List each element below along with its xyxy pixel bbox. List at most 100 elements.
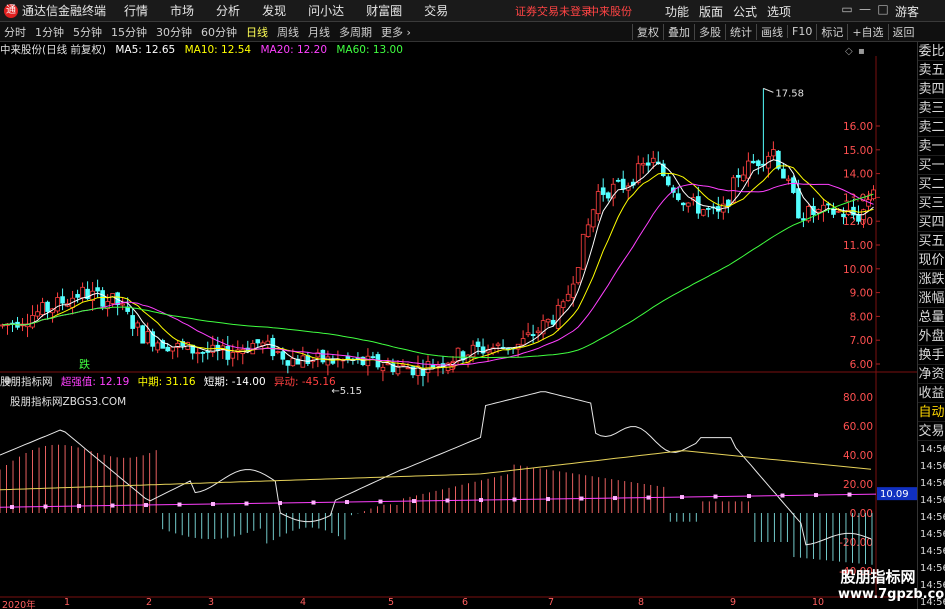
period-monthly[interactable]: 月线 [308,24,330,40]
candle-body [590,209,596,228]
side-item[interactable]: 卖三 [918,99,945,118]
side-item[interactable]: 卖五 [918,61,945,80]
tool-draw[interactable]: 画线 [756,23,787,40]
super-strong-marker [579,496,584,501]
price-axis-label: 14.00 [843,169,873,181]
menu-trade[interactable]: 交易 [424,2,448,19]
ma20-value: MA20: 12.20 [260,44,328,56]
title-bar: 通 通达信金融终端 行情 市场 分析 发现 问小达 财富圈 交易 证券交易未登录… [0,0,945,22]
super-strong-marker [646,495,651,500]
period-5min[interactable]: 5分钟 [73,24,102,40]
side-item[interactable]: 买四 [918,213,945,232]
menu-formula[interactable]: 公式 [733,3,757,20]
menu-market[interactable]: 市场 [170,2,194,19]
tool-add-watchlist[interactable]: +自选 [847,23,887,40]
candle-body [195,352,201,355]
side-item[interactable]: 买五 [918,232,945,251]
candle-body [130,315,135,329]
candle-body [520,338,526,346]
tick-time: 14:56 [920,512,945,523]
period-multi[interactable]: 多周期 [339,24,372,40]
login-status[interactable]: 证券交易未登录 [515,3,592,19]
short-term-value: 短期: -14.00 [203,376,266,388]
tool-stats[interactable]: 统计 [725,23,756,40]
menu-quotes[interactable]: 行情 [124,2,148,19]
menu-wealth[interactable]: 财富圈 [366,2,402,19]
candle-body [145,331,150,344]
menu-analysis[interactable]: 分析 [216,2,240,19]
side-item[interactable]: 委比 [918,42,945,61]
minimize-icon[interactable]: — [856,2,874,16]
side-item[interactable]: 买三 [918,194,945,213]
side-item[interactable]: 总量 [918,308,945,327]
super-strong-marker [847,492,852,497]
maximize-icon[interactable]: □ [874,2,892,16]
side-item[interactable]: 现价 [918,251,945,270]
period-weekly[interactable]: 周线 [277,24,299,40]
trade-button[interactable]: 交易 [918,422,945,441]
candle-body [80,286,85,299]
candle-body [550,319,556,325]
price-axis-label: 8.00 [850,311,873,323]
candle-body [781,168,786,179]
ma5-value: MA5: 12.65 [115,44,176,56]
auto-button[interactable]: 自动 [918,403,945,422]
period-60min[interactable]: 60分钟 [201,24,237,40]
tool-mark[interactable]: 标记 [816,23,847,40]
candle-body [841,213,846,218]
candle-body [736,175,741,178]
candle-body [695,196,701,214]
tool-f10[interactable]: F10 [787,25,816,38]
side-item[interactable]: 换手 [918,346,945,365]
side-item[interactable]: 涨幅 [918,289,945,308]
candle-body [535,330,541,333]
candle-body [45,301,50,312]
menu-layout[interactable]: 版面 [699,3,723,20]
watermark-text: 股朋指标网 [840,568,916,586]
side-item[interactable]: 外盘 [918,327,945,346]
side-item[interactable]: 卖二 [918,118,945,137]
high-price-label: 17.58 [775,88,804,99]
period-daily[interactable]: 日线 [246,24,268,40]
period-15min[interactable]: 15分钟 [111,24,147,40]
side-item[interactable]: 涨跌 [918,270,945,289]
candle-body [580,233,586,270]
side-item[interactable]: 净资 [918,365,945,384]
candle-body [215,344,221,351]
candle-body [816,209,821,213]
super-strong-marker [512,497,517,502]
side-item[interactable]: 卖四 [918,80,945,99]
tool-overlay[interactable]: 叠加 [663,23,694,40]
chart-info-bar: 中来股份(日线 前复权) MA5: 12.65 MA10: 12.54 MA20… [0,42,880,56]
kline-chart[interactable]: 16.0015.0014.0013.0012.0011.0010.009.008… [0,42,917,609]
restore-icon[interactable]: ▭ [838,2,856,16]
period-more[interactable]: 更多 › [381,24,411,40]
guest-label[interactable]: 游客 [895,3,919,20]
period-1min[interactable]: 1分钟 [35,24,64,40]
super-strong-marker [144,503,148,508]
menu-discover[interactable]: 发现 [262,2,286,19]
menu-ask[interactable]: 问小达 [308,2,344,19]
candle-body [75,294,80,298]
candle-body [796,188,801,219]
anomaly-value: 异动: -45.16 [273,376,336,388]
indicator-axis-label: -20.00 [839,537,873,549]
candle-body [525,332,531,336]
indicator-name[interactable]: 股朋指标网 [0,376,53,388]
menu-options[interactable]: 选项 [767,3,791,20]
tool-back[interactable]: 返回 [887,23,919,40]
candle-body [746,160,751,179]
side-item[interactable]: 收益 [918,384,945,403]
menu-function[interactable]: 功能 [665,3,689,20]
tool-adjust[interactable]: 复权 [632,23,663,40]
candle-body [275,351,281,353]
side-item[interactable]: 买二 [918,175,945,194]
side-item[interactable]: 卖一 [918,137,945,156]
candle-body [675,193,681,200]
period-30min[interactable]: 30分钟 [156,24,192,40]
tick-time: 14:56 [920,478,945,489]
tool-multi-stock[interactable]: 多股 [694,23,725,40]
side-item[interactable]: 买一 [918,156,945,175]
period-intraday[interactable]: 分时 [4,24,26,40]
candle-body [620,178,626,190]
